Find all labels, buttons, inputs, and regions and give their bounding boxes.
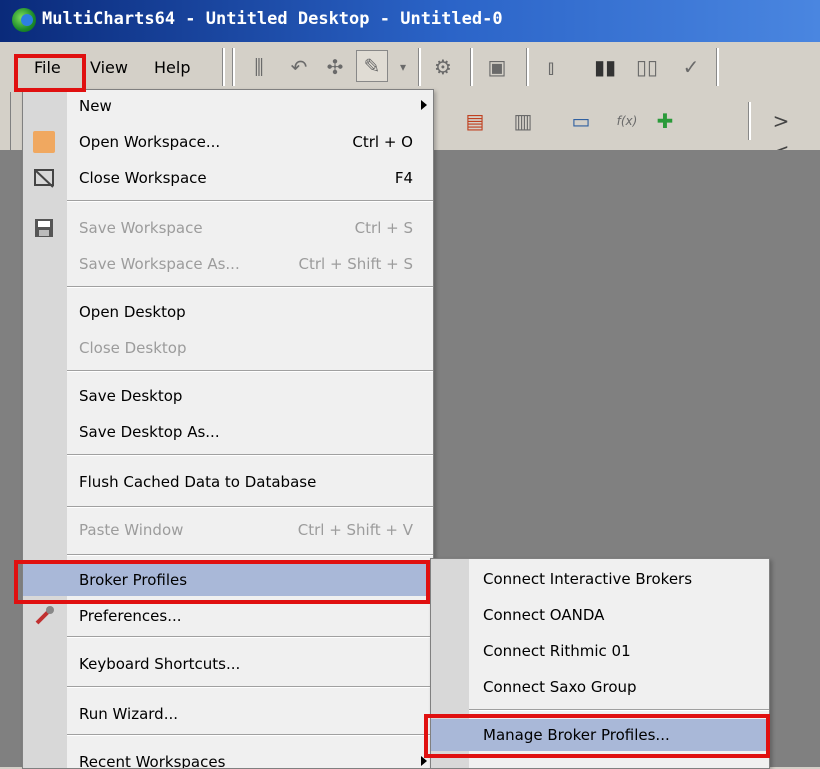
menu-item-connect-saxo-group[interactable]: Connect Saxo Group [431,671,769,703]
menu-help[interactable]: Help [148,56,196,79]
menu-item-connect-oanda[interactable]: Connect OANDA [431,599,769,631]
menu-item-label: New [79,97,112,115]
menu-separator [67,200,433,202]
menu-item-label: Save Workspace [79,219,203,237]
menu-item-label: Save Workspace As... [79,255,240,273]
folder-icon [33,131,55,153]
menu-item-label: Connect Rithmic 01 [483,642,631,660]
close-workspace-icon [33,167,55,189]
file-menu-dropdown: New Open Workspace... Ctrl + O Close Wor… [22,89,434,769]
menu-item-label: Connect Interactive Brokers [483,570,693,588]
title-bar: MultiCharts64 - Untitled Desktop - Untit… [0,0,820,42]
toolbar-separator [222,48,225,86]
menu-item-close-workspace[interactable]: Close Workspace F4 [23,162,433,194]
menu-item-close-desktop: Close Desktop [23,332,433,364]
insert-signal-icon[interactable]: ✣ [320,52,350,82]
toolbar-separator [748,102,751,140]
wrench-icon [33,605,55,627]
insert-bar-chart-icon[interactable]: ⫼ [244,52,274,82]
menu-item-label: Manage Broker Profiles... [483,726,670,744]
menu-item-paste-window: Paste Window Ctrl + Shift + V [23,514,433,546]
menu-item-label: Open Desktop [79,303,186,321]
format-window-icon[interactable]: ▣ [482,52,512,82]
menu-file[interactable]: File [28,56,67,79]
document-icon[interactable]: ▥ [508,106,538,136]
menu-item-new[interactable]: New [23,90,433,122]
menu-item-open-desktop[interactable]: Open Desktop [23,296,433,328]
menu-separator [67,506,433,508]
menu-separator [67,554,433,556]
menu-item-save-desktop[interactable]: Save Desktop [23,380,433,412]
menu-item-label: Flush Cached Data to Database [79,473,317,491]
menu-item-label: Save Desktop [79,387,183,405]
menu-separator [67,286,433,288]
floppy-disk-icon [33,217,55,239]
toolbar-separator [232,48,235,86]
menu-item-shortcut: Ctrl + O [352,133,413,151]
menu-item-flush-cached-data[interactable]: Flush Cached Data to Database [23,466,433,498]
window-title: MultiCharts64 - Untitled Desktop - Untit… [42,9,503,29]
menu-separator [469,709,769,711]
menu-item-label: Broker Profiles [79,571,188,589]
menu-item-save-workspace-as: Save Workspace As... Ctrl + Shift + S [23,248,433,280]
menu-item-label: Open Workspace... [79,133,221,151]
menu-item-keyboard-shortcuts[interactable]: Keyboard Shortcuts... [23,648,433,680]
menu-item-shortcut: Ctrl + Shift + V [297,521,413,539]
menu-separator [67,636,433,638]
submenu-arrow-icon [421,756,427,766]
menu-item-label: Save Desktop As... [79,423,220,441]
menu-item-connect-interactive-brokers[interactable]: Connect Interactive Brokers [431,563,769,595]
menu-item-recent-workspaces[interactable]: Recent Workspaces [23,746,433,768]
menu-item-label: Connect OANDA [483,606,605,624]
dropdown-arrow-icon[interactable]: ▾ [396,52,410,82]
app-logo-icon [12,8,36,32]
menu-item-preferences[interactable]: Preferences... [23,600,433,632]
menu-item-label: Paste Window [79,521,184,539]
menu-view[interactable]: View [84,56,134,79]
menu-separator [67,370,433,372]
menu-item-label: Close Workspace [79,169,207,187]
insert-study-icon[interactable]: ↶ [284,52,314,82]
order-report-icon[interactable]: ▤ [460,106,490,136]
menu-separator [67,734,433,736]
menu-separator [67,454,433,456]
toolbar-separator [526,48,529,86]
hollow-candle-icon[interactable]: ▯▯ [632,52,662,82]
menu-item-manage-broker-profiles[interactable]: Manage Broker Profiles... [431,719,769,751]
format-study-icon[interactable]: ⚙ [428,52,458,82]
toolbar-separator [470,48,473,86]
menu-item-broker-profiles[interactable]: Broker Profiles [23,564,433,596]
menu-item-shortcut: Ctrl + S [354,219,413,237]
drawing-tool-icon[interactable]: ✎ [356,50,388,82]
menu-item-label: Close Desktop [79,339,187,357]
menu-item-label: Run Wizard... [79,705,178,723]
menu-item-open-workspace[interactable]: Open Workspace... Ctrl + O [23,126,433,158]
menu-item-connect-rithmic-01[interactable]: Connect Rithmic 01 [431,635,769,667]
add-window-icon[interactable]: ✚ [650,106,680,136]
submenu-arrow-icon [421,100,427,110]
menu-item-label: Preferences... [79,607,182,625]
toolbar-separator [418,48,421,86]
menu-separator [67,686,433,688]
toolbar-separator [716,48,719,86]
menu-item-run-wizard[interactable]: Run Wizard... [23,698,433,730]
menu-item-label: Connect Saxo Group [483,678,637,696]
menu-bar: File View Help ⫼ ↶ ✣ ✎ ▾ ⚙ ▣ ⫾ ▮▮ ▯▯ ✓ [0,42,820,93]
window-chart-icon[interactable]: ▭ [566,106,596,136]
menu-item-label: Keyboard Shortcuts... [79,655,241,673]
collapse-arrows-icon[interactable]: >< [766,106,796,163]
function-editor-icon[interactable]: f(x) [612,106,642,136]
menu-item-shortcut: F4 [394,169,413,187]
menu-item-save-workspace: Save Workspace Ctrl + S [23,212,433,244]
line-chart-icon[interactable]: ✓ [676,52,706,82]
candlestick-icon[interactable]: ▮▮ [590,52,620,82]
ohlc-bar-icon[interactable]: ⫾ [536,52,566,82]
broker-profiles-submenu: Connect Interactive Brokers Connect OAND… [430,558,770,769]
menu-item-shortcut: Ctrl + Shift + S [298,255,413,273]
menu-item-save-desktop-as[interactable]: Save Desktop As... [23,416,433,448]
